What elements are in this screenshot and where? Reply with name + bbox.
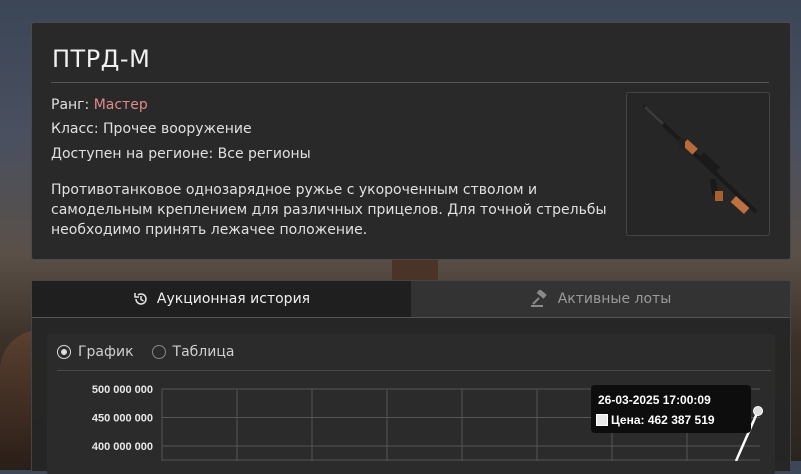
tooltip-price-row: Цена: 462 387 519 [596,413,715,427]
radio-chart-indicator [57,345,71,359]
class-line: Класс: Прочее вооружение [51,121,252,137]
tab-auction-history[interactable]: Аукционная история [32,281,411,318]
tooltip-series-swatch [596,414,608,426]
radio-table-indicator [151,345,166,359]
tab-auction-history-label: Аукционная история [156,291,311,307]
radio-chart[interactable]: График [57,344,134,360]
chart-tooltip: 26-03-2025 17:00:09 Цена: 462 387 519 [591,385,751,433]
tab-active-lots-label: Активные лоты [557,291,672,307]
rank-label: Ранг: [51,97,94,113]
radio-table-label: Таблица [172,344,235,360]
region-line: Доступен на регионе: Все регионы [51,146,311,162]
item-card: ПТРД-М Ранг: Мастер Класс: Прочее вооруж… [31,22,791,260]
radio-chart-label: График [78,344,134,360]
item-image [626,92,770,236]
rank-value: Мастер [93,97,148,113]
radio-table[interactable]: Таблица [151,344,235,360]
tab-bar: Аукционная история Активные лоты [32,281,790,318]
history-panel: Аукционная история Активные лоты График … [31,280,791,474]
history-icon [134,293,147,305]
gavel-icon [530,290,547,307]
toggle-divider [57,370,771,371]
title-divider [51,82,769,83]
rifle-icon [643,105,757,214]
item-description: Противотанковое однозарядное ружье с уко… [51,182,607,238]
tooltip-date: 26-03-2025 17:00:09 [598,393,711,407]
rank-line: Ранг: Мастер [51,97,148,113]
tooltip-price: Цена: 462 387 519 [611,413,715,427]
tab-active-lots[interactable]: Активные лоты [411,281,790,318]
view-toggle: График Таблица [57,344,234,360]
item-title: ПТРД-М [52,45,151,73]
